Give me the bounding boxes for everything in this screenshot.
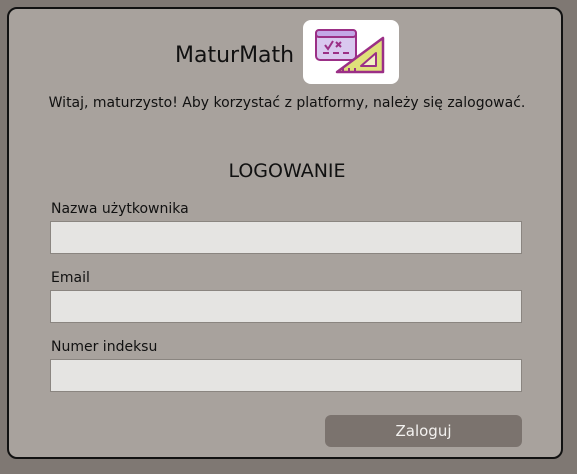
logo	[303, 20, 399, 84]
geometry-formula-icon	[315, 29, 385, 74]
welcome-message: Witaj, maturzysto! Aby korzystać z platf…	[48, 95, 526, 111]
username-label: Nazwa użytkownika	[51, 201, 189, 217]
login-card: MaturMath Witaj, maturzysto! Aby korzyst…	[7, 7, 563, 459]
index-number-label: Numer indeksu	[51, 339, 158, 355]
email-input[interactable]	[50, 290, 522, 323]
app-name: MaturMath	[175, 43, 295, 68]
login-button[interactable]: Zaloguj	[325, 415, 522, 447]
form-title: LOGOWANIE	[228, 160, 346, 182]
email-label: Email	[51, 270, 90, 286]
username-input[interactable]	[50, 221, 522, 254]
index-number-input[interactable]	[50, 359, 522, 392]
